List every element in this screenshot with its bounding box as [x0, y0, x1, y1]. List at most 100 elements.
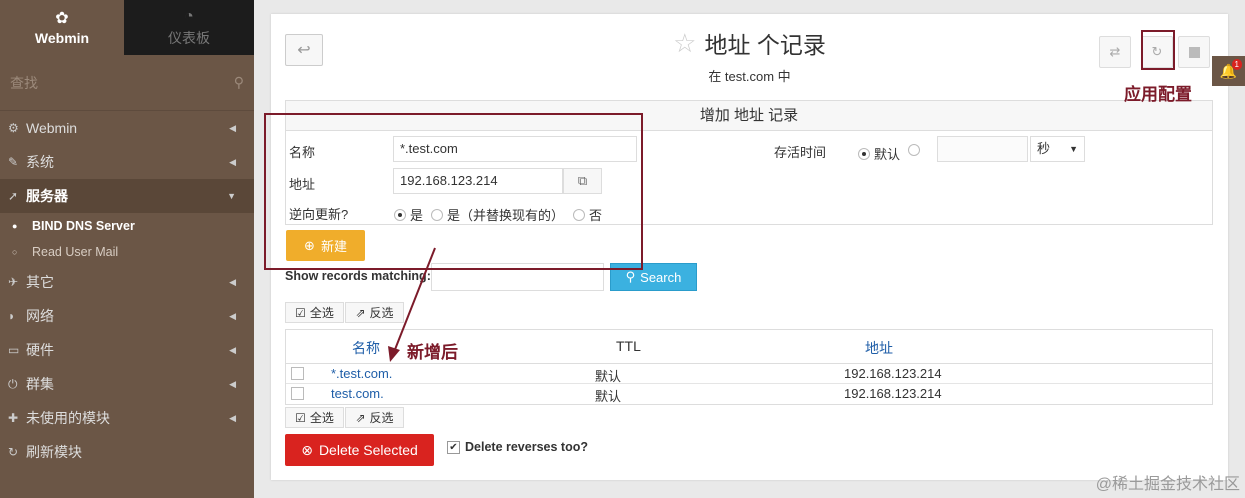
caret-left-icon: ◀ — [229, 310, 236, 321]
times-circle-icon: ⊗ — [301, 441, 313, 458]
caret-left-icon: ◀ — [229, 156, 236, 167]
sidebar-subitem-bind-dns[interactable]: ● BIND DNS Server — [0, 213, 254, 239]
ttl-unit-value: 秒 — [1037, 141, 1051, 156]
tab-webmin-label: Webmin — [34, 29, 90, 46]
puzzle-icon: ✚ — [8, 411, 19, 425]
caret-left-icon: ◀ — [229, 122, 236, 133]
dashboard-icon: ◔ — [184, 7, 194, 25]
tab-dashboard-label: 仪表板 — [168, 29, 210, 46]
tools-icon: ✈ — [8, 275, 19, 289]
caret-left-icon: ◀ — [229, 412, 236, 423]
column-name[interactable]: 名称 — [352, 338, 380, 358]
sidebar-item-label: 其它 — [26, 274, 54, 290]
stop-icon — [1188, 46, 1200, 58]
sidebar-search[interactable]: 查找 ⚲ — [0, 55, 254, 111]
select-all-button-bottom[interactable]: ☑ 全选 — [285, 407, 344, 428]
sidebar-item-label: Webmin — [26, 120, 78, 136]
select-all-label: 全选 — [309, 306, 334, 320]
sidebar-item-label: 硬件 — [26, 342, 54, 358]
search-icon: ⚲ — [233, 74, 244, 90]
delete-reverses-checkbox[interactable]: ✔ Delete reverses too? — [447, 440, 588, 454]
select-all-label: 全选 — [309, 411, 334, 425]
sidebar-item-others[interactable]: ✈ 其它 ◀ — [0, 265, 254, 299]
record-name-link[interactable]: test.com. — [331, 386, 384, 401]
ttl-unit-select[interactable]: 秒 ▼ — [1030, 136, 1085, 162]
ttl-custom-radio[interactable] — [908, 144, 924, 156]
column-address[interactable]: 地址 — [865, 338, 893, 358]
webmin-logo-icon: ✿ — [55, 9, 69, 27]
sidebar-item-cluster[interactable]: ⏻ 群集 ◀ — [0, 367, 254, 401]
annotation-form-highlight — [264, 113, 643, 270]
star-icon[interactable]: ☆ — [673, 28, 696, 59]
annotation-apply-config: 应用配置 — [1124, 85, 1192, 104]
record-address: 192.168.123.214 — [844, 386, 942, 401]
sidebar-item-webmin[interactable]: ⚙ Webmin ◀ — [0, 111, 254, 145]
radio-checked-icon — [858, 147, 870, 160]
page-title: 地址 个记录 — [704, 32, 826, 58]
checkbox-checked-icon: ✔ — [447, 440, 460, 454]
annotation-arrow — [388, 247, 436, 362]
stop-button[interactable] — [1178, 36, 1210, 68]
check-square-icon: ☑ — [295, 305, 306, 320]
rocket-icon: ➚ — [8, 189, 19, 203]
sidebar: ✿ Webmin ◔ 仪表板 查找 ⚲ ⚙ Webmin ◀ ✎ 系统 ◀ ➚ … — [0, 0, 254, 498]
refresh-icon: ↻ — [8, 445, 19, 459]
row-checkbox[interactable] — [291, 367, 304, 380]
sidebar-item-label: 刷新模块 — [26, 444, 82, 460]
column-ttl: TTL — [616, 338, 641, 354]
sidebar-item-servers[interactable]: ➚ 服务器 ▼ — [0, 179, 254, 213]
notification-badge: 1 — [1231, 59, 1242, 70]
caret-left-icon: ◀ — [229, 344, 236, 355]
ttl-label: 存活时间 — [774, 145, 827, 160]
invert-label: 反选 — [369, 411, 394, 425]
transfer-button[interactable]: ⇄ — [1099, 36, 1131, 68]
search-icon: ⚲ — [625, 269, 636, 284]
sidebar-item-unused-modules[interactable]: ✚ 未使用的模块 ◀ — [0, 401, 254, 435]
sidebar-item-label: 系统 — [26, 154, 54, 170]
share-icon: ⇗ — [355, 305, 366, 320]
select-all-button[interactable]: ☑ 全选 — [285, 302, 344, 323]
sidebar-item-system[interactable]: ✎ 系统 ◀ — [0, 145, 254, 179]
search-button-label: Search — [640, 269, 682, 285]
ttl-input[interactable] — [937, 136, 1028, 162]
sidebar-item-label: 未使用的模块 — [26, 410, 110, 426]
watermark: @稀土掘金技术社区 — [1095, 476, 1240, 493]
tab-dashboard[interactable]: ◔ 仪表板 — [124, 0, 254, 55]
delete-reverses-label: Delete reverses too? — [465, 440, 588, 454]
hdd-icon: ▭ — [8, 343, 20, 357]
caret-left-icon: ◀ — [229, 378, 236, 389]
shield-icon: ◗ — [8, 309, 16, 323]
delete-selected-label: Delete Selected — [318, 442, 418, 458]
record-ttl: 默认 — [595, 389, 622, 404]
sidebar-item-refresh-modules[interactable]: ↻ 刷新模块 — [0, 435, 254, 469]
row-checkbox[interactable] — [291, 387, 304, 400]
sidebar-menu: ⚙ Webmin ◀ ✎ 系统 ◀ ➚ 服务器 ▼ ● BIND DNS Ser… — [0, 111, 254, 469]
page-subtitle: 在 test.com 中 — [708, 69, 791, 84]
record-address: 192.168.123.214 — [844, 366, 942, 381]
caret-down-icon: ▼ — [227, 191, 236, 201]
caret-down-icon: ▼ — [1069, 144, 1078, 154]
page-header: ☆ 地址 个记录 在 test.com 中 — [271, 26, 1228, 85]
bullet-icon: ○ — [12, 247, 18, 257]
sidebar-search-input[interactable]: 查找 — [10, 73, 38, 93]
caret-left-icon: ◀ — [229, 276, 236, 287]
ttl-default-radio[interactable]: 默认 — [858, 144, 900, 163]
power-icon: ⏻ — [8, 376, 18, 391]
sidebar-item-network[interactable]: ◗ 网络 ◀ — [0, 299, 254, 333]
wrench-icon: ✎ — [8, 155, 19, 169]
notification-button[interactable]: 🔔 1 — [1212, 56, 1245, 86]
sidebar-item-label: 群集 — [26, 376, 54, 392]
page-title-wrap: ☆ 地址 个记录 — [673, 26, 826, 60]
sidebar-subitem-label: BIND DNS Server — [32, 219, 135, 233]
sidebar-tabs: ✿ Webmin ◔ 仪表板 — [0, 0, 254, 55]
tab-webmin[interactable]: ✿ Webmin — [0, 0, 124, 55]
sidebar-subitem-read-user-mail[interactable]: ○ Read User Mail — [0, 239, 254, 265]
table-row: test.com. 默认 192.168.123.214 — [286, 384, 1212, 404]
sidebar-item-hardware[interactable]: ▭ 硬件 ◀ — [0, 333, 254, 367]
sidebar-subitem-label: Read User Mail — [32, 245, 119, 259]
share-icon: ⇗ — [355, 410, 366, 425]
delete-selected-button[interactable]: ⊗ Delete Selected — [285, 434, 434, 466]
annotation-apply-highlight — [1141, 30, 1175, 70]
gear-icon: ⚙ — [8, 121, 19, 135]
invert-selection-button-bottom[interactable]: ⇗ 反选 — [345, 407, 404, 428]
